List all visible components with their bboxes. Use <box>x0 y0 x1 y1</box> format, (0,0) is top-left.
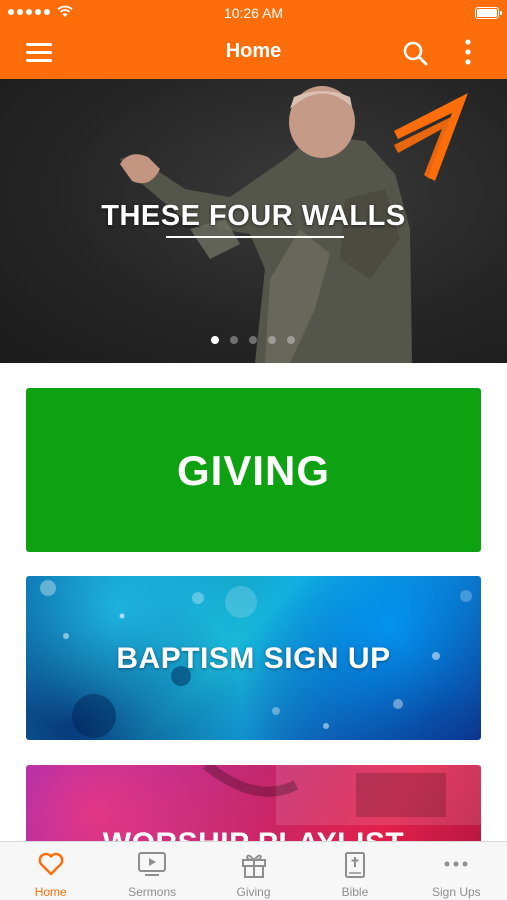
nav-bar: Home <box>0 26 507 79</box>
carousel-dot[interactable] <box>249 336 257 344</box>
tab-label: Giving <box>236 885 271 899</box>
battery-icon <box>475 7 502 19</box>
tab-bible[interactable]: Bible <box>304 842 405 900</box>
baptism-signup-card[interactable]: BAPTISM SIGN UP <box>26 576 481 740</box>
tab-label: Bible <box>341 885 369 899</box>
more-vertical-icon[interactable] <box>456 37 480 67</box>
more-horizontal-icon <box>444 861 468 867</box>
giving-card[interactable]: GIVING <box>26 388 481 552</box>
carousel-dot[interactable] <box>268 336 276 344</box>
baptism-card-label: BAPTISM SIGN UP <box>116 642 391 675</box>
gift-icon <box>241 854 266 878</box>
giving-card-label: GIVING <box>176 447 331 494</box>
tab-label: Home <box>34 885 67 899</box>
page-title: Home <box>225 40 282 62</box>
carousel-dot[interactable] <box>230 336 238 344</box>
carousel-dot[interactable] <box>287 336 295 344</box>
status-bar: 10:26 AM <box>0 0 507 26</box>
status-time: 10:26 AM <box>223 5 284 21</box>
search-icon[interactable] <box>401 39 429 67</box>
hero-title-underline <box>166 236 344 238</box>
hero-banner[interactable]: THESE FOUR WALLS <box>0 79 507 363</box>
play-tv-icon <box>138 852 167 876</box>
hero-title: THESE FOUR WALLS <box>101 200 406 232</box>
tab-bar: Home Sermons Giving Bible Sign Ups <box>0 841 507 900</box>
tab-giving[interactable]: Giving <box>203 842 304 900</box>
bible-icon <box>344 852 365 878</box>
tab-label: Sermons <box>128 885 177 899</box>
tab-home[interactable]: Home <box>0 842 101 900</box>
carousel-dot[interactable] <box>211 336 219 344</box>
tab-sermons[interactable]: Sermons <box>101 842 202 900</box>
tab-sign-ups[interactable]: Sign Ups <box>406 842 507 900</box>
tab-label: Sign Ups <box>431 885 481 899</box>
heart-icon <box>38 852 64 876</box>
carousel-pagination[interactable] <box>211 336 295 344</box>
